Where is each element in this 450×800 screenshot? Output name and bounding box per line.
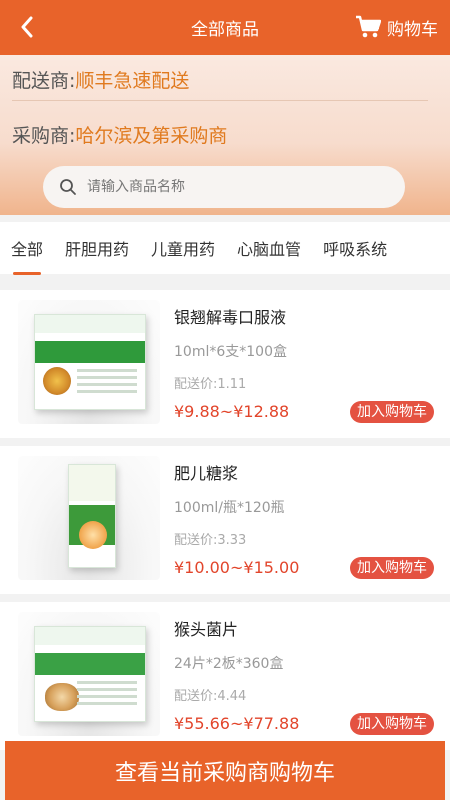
delivery-price: 配送价:1.11 (174, 377, 247, 392)
medicine-box-image (34, 626, 146, 722)
page-title: 全部商品 (191, 20, 259, 40)
search-box[interactable] (43, 166, 405, 208)
tab-respiratory[interactable]: 呼吸系统 (312, 236, 398, 260)
purchaser-label: 采购商: (12, 125, 76, 147)
view-purchaser-cart-button[interactable]: 查看当前采购商购物车 (5, 741, 445, 800)
delivery-price: 配送价:3.33 (174, 533, 247, 548)
product-spec: 100ml/瓶*120瓶 (174, 500, 285, 516)
tab-all[interactable]: 全部 (0, 236, 54, 260)
chevron-left-icon (21, 16, 33, 38)
product-card[interactable]: 银翘解毒口服液 10ml*6支*100盒 配送价:1.11 ¥9.88~¥12.… (0, 290, 450, 438)
divider (12, 100, 428, 101)
product-spec: 24片*2板*360盒 (174, 656, 284, 672)
product-name: 肥儿糖浆 (174, 464, 239, 483)
purchaser-row: 采购商:哈尔滨及第采购商 (12, 121, 428, 148)
shopping-cart-icon (356, 15, 381, 38)
price-range: ¥10.00~¥15.00 (174, 558, 300, 577)
distributor-value: 顺丰急速配送 (75, 70, 190, 92)
product-card[interactable]: 肥儿糖浆 100ml/瓶*120瓶 配送价:3.33 ¥10.00~¥15.00… (0, 446, 450, 594)
cart-label: 购物车 (387, 19, 438, 40)
distributor-label: 配送商: (12, 70, 76, 92)
product-name: 银翘解毒口服液 (174, 308, 287, 327)
delivery-price: 配送价:4.44 (174, 689, 247, 704)
search-input[interactable] (87, 179, 387, 195)
price-range: ¥55.66~¥77.88 (174, 714, 300, 733)
product-image (18, 300, 160, 424)
header: 全部商品 购物车 (0, 0, 450, 55)
product-spec: 10ml*6支*100盒 (174, 344, 287, 360)
product-name: 猴头菌片 (174, 620, 239, 639)
category-tabs: 全部 肝胆用药 儿童用药 心脑血管 呼吸系统 (0, 222, 450, 274)
search-icon (60, 179, 76, 195)
back-button[interactable] (12, 10, 42, 44)
price-range: ¥9.88~¥12.88 (174, 402, 290, 421)
add-to-cart-button[interactable]: 加入购物车 (350, 557, 434, 579)
tab-liver-gallbladder[interactable]: 肝胆用药 (54, 236, 140, 260)
medicine-box-image (34, 314, 146, 410)
tab-children[interactable]: 儿童用药 (140, 236, 226, 260)
product-image (18, 456, 160, 580)
cart-button[interactable]: 购物车 (355, 10, 438, 44)
tab-cardio[interactable]: 心脑血管 (226, 236, 312, 260)
purchaser-value: 哈尔滨及第采购商 (75, 125, 228, 147)
medicine-box-image (68, 464, 116, 568)
add-to-cart-button[interactable]: 加入购物车 (350, 401, 434, 423)
add-to-cart-button[interactable]: 加入购物车 (350, 713, 434, 735)
product-image (18, 612, 160, 736)
product-card[interactable]: 猴头菌片 24片*2板*360盒 配送价:4.44 ¥55.66~¥77.88 … (0, 602, 450, 750)
distributor-row: 配送商:顺丰急速配送 (12, 66, 428, 93)
